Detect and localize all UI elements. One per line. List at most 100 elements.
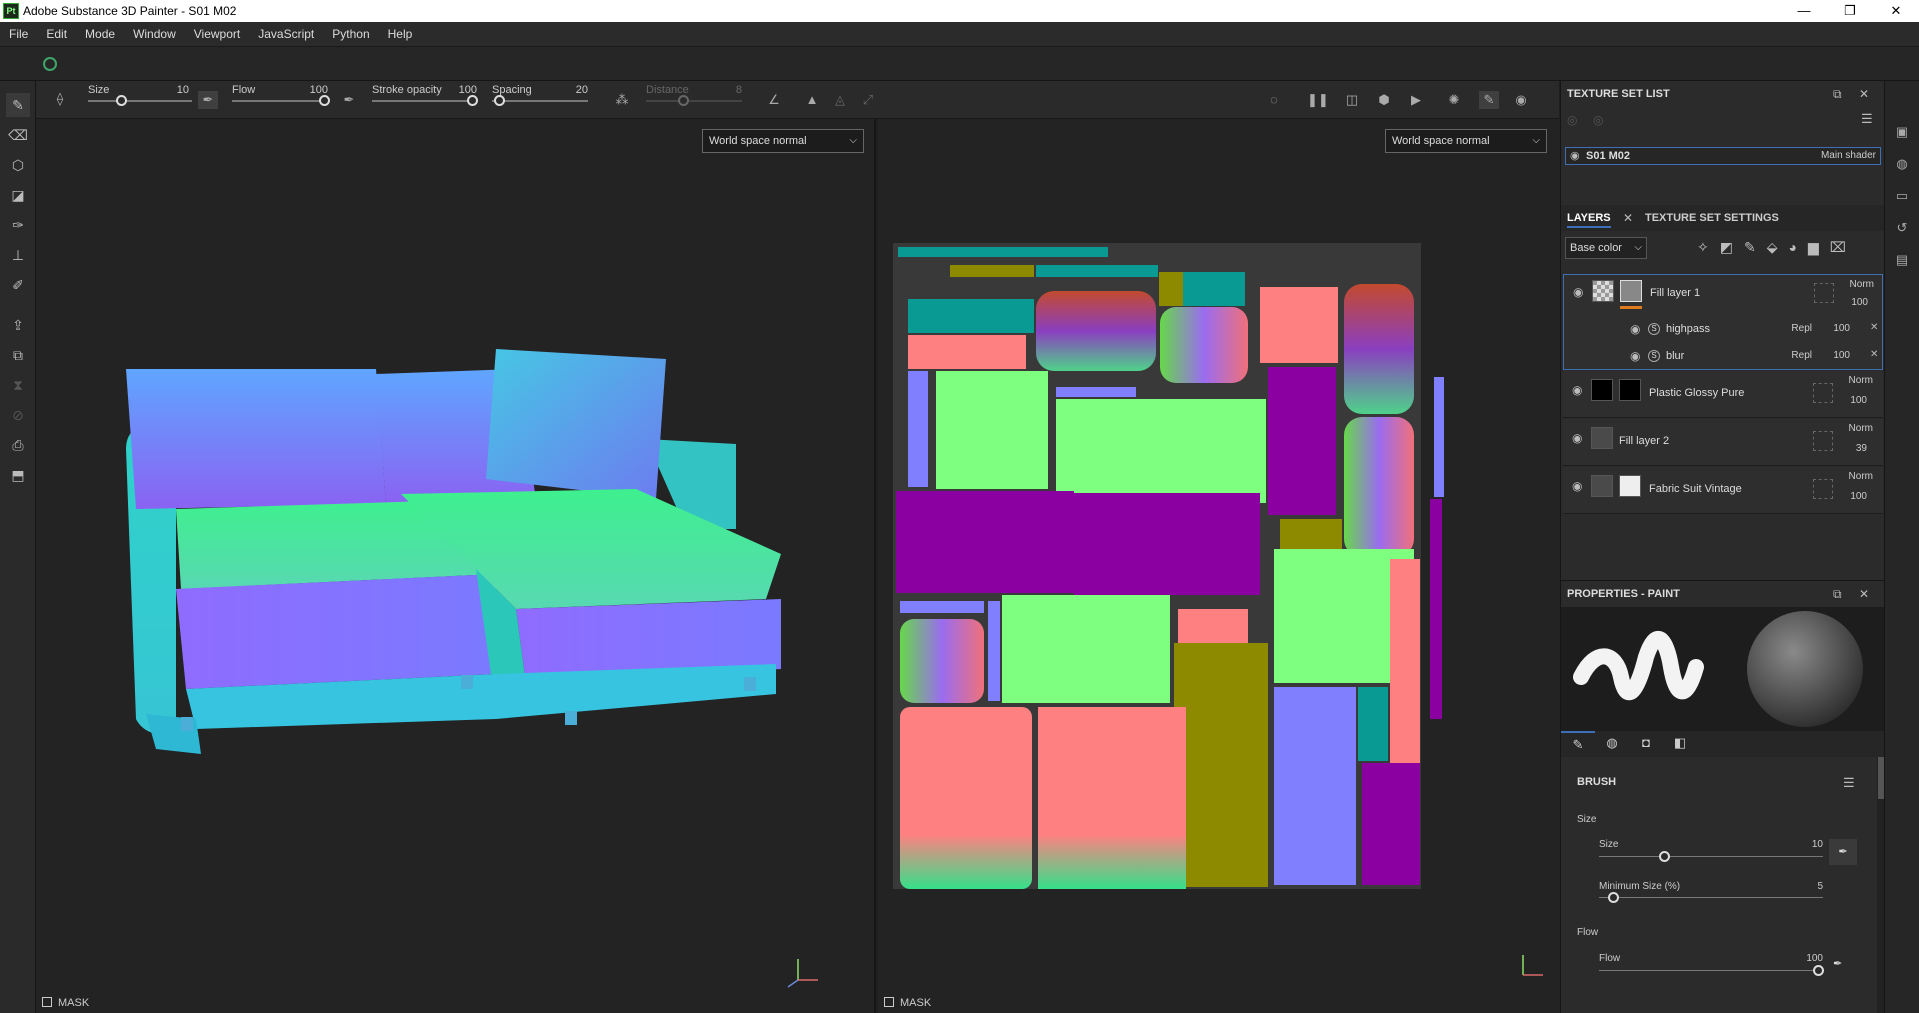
blend-mode[interactable]: Norm xyxy=(1833,423,1873,434)
channel-dropdown[interactable]: Base color ⌵ xyxy=(1565,237,1647,259)
remove-effect-icon[interactable]: ✕ xyxy=(1870,349,1878,360)
blend-mode[interactable]: Norm xyxy=(1833,471,1873,482)
prop-min-size-track[interactable] xyxy=(1599,897,1823,898)
mask-thumbnail[interactable] xyxy=(1619,475,1641,497)
prop-size-track[interactable] xyxy=(1599,856,1823,857)
close-button[interactable]: ✕ xyxy=(1873,0,1919,22)
angle-icon[interactable]: ∠ xyxy=(764,91,784,109)
tab-texture-set-settings[interactable]: TEXTURE SET SETTINGS xyxy=(1645,212,1779,224)
layer-plastic-glossy-pure[interactable]: ◉ Plastic Glossy Pure Norm 100 xyxy=(1563,371,1883,418)
layer-opacity[interactable]: 100 xyxy=(1833,395,1867,406)
flow-pressure-icon[interactable]: ✒ xyxy=(339,91,359,109)
menu-viewport[interactable]: Viewport xyxy=(185,22,249,47)
mask-checkbox[interactable] xyxy=(42,997,52,1007)
add-paint-layer-icon[interactable]: ✎ xyxy=(1744,239,1767,255)
add-folder-icon[interactable]: ▆ xyxy=(1808,239,1830,255)
eraser-icon[interactable]: ⌫ xyxy=(6,123,30,147)
display-settings-icon[interactable]: ▣ xyxy=(1893,123,1911,141)
color-picker-icon[interactable]: ✐ xyxy=(6,273,30,297)
shader-settings-icon[interactable]: ▭ xyxy=(1893,187,1911,205)
lazy-mouse-icon[interactable]: ⁂ xyxy=(612,91,632,109)
layer-fabric-suit-vintage[interactable]: ◉ Fabric Suit Vintage Norm 100 xyxy=(1563,467,1883,514)
hide-overlay-icon[interactable]: ◌ xyxy=(1264,91,1284,109)
bake-icon[interactable]: ⇪ xyxy=(6,313,30,337)
material-tab-icon[interactable]: ◧ xyxy=(1663,731,1697,755)
brush-tab-icon[interactable]: ✎ xyxy=(1561,731,1595,755)
smart-material-icon[interactable]: ◕ xyxy=(1788,239,1807,255)
history-icon[interactable]: ↺ xyxy=(1893,219,1911,237)
menu-file[interactable]: File xyxy=(0,22,37,47)
undock-icon[interactable]: ⧉ xyxy=(1833,81,1842,107)
effects-icon[interactable]: ✧ xyxy=(1697,239,1720,255)
mask-thumbnail[interactable] xyxy=(1620,280,1642,302)
layer-fill-layer-2[interactable]: ◉ Fill layer 2 Norm 39 xyxy=(1563,419,1883,466)
log-icon[interactable]: ▤ xyxy=(1893,251,1911,269)
eye-icon[interactable]: ◉ xyxy=(1630,349,1640,363)
clone-stamp-icon[interactable]: ⊥ xyxy=(6,243,30,267)
eye-icon[interactable]: ◉ xyxy=(1630,322,1640,336)
add-fill-layer-icon[interactable]: ⬙ xyxy=(1767,239,1789,255)
viewport-2d[interactable]: World space normal ⌵ MASK xyxy=(878,119,1560,1013)
mask-thumbnail[interactable] xyxy=(1619,379,1641,401)
pen-pressure-icon[interactable]: ✒ xyxy=(1829,839,1857,865)
flow-slider-handle[interactable] xyxy=(319,95,330,106)
close-panel-icon[interactable]: ✕ xyxy=(1859,81,1869,107)
brush-preset-icon[interactable]: ⟠ xyxy=(50,90,70,108)
cube-view-icon[interactable]: ⬢ xyxy=(1374,91,1394,109)
effect-opacity[interactable]: 100 xyxy=(1820,323,1850,334)
flow-slider-track[interactable] xyxy=(232,100,324,102)
undock-icon[interactable]: ⧉ xyxy=(1833,581,1842,607)
camera-icon[interactable]: ▶ xyxy=(1406,91,1426,109)
options-menu-icon[interactable]: ☰ xyxy=(1843,775,1855,791)
eye-icon[interactable]: ◉ xyxy=(1572,479,1582,493)
add-mask-icon[interactable]: ◩ xyxy=(1720,239,1744,255)
smudge-icon[interactable]: ✑ xyxy=(6,213,30,237)
prop-flow-handle[interactable] xyxy=(1813,965,1824,976)
size-slider-handle[interactable] xyxy=(116,95,127,106)
prop-flow-track[interactable] xyxy=(1599,970,1823,971)
delete-icon[interactable]: ⌧ xyxy=(1830,239,1857,255)
prop-size-handle[interactable] xyxy=(1659,851,1670,862)
menu-window[interactable]: Window xyxy=(124,22,185,47)
menu-python[interactable]: Python xyxy=(323,22,378,47)
export-icon[interactable]: ⎙ xyxy=(6,433,30,457)
prop-min-size-handle[interactable] xyxy=(1608,892,1619,903)
symmetry-icon[interactable]: ▲ xyxy=(802,91,822,109)
flow-pressure-icon[interactable]: ✒ xyxy=(1833,957,1842,970)
menu-javascript[interactable]: JavaScript xyxy=(249,22,323,47)
eye-icon[interactable]: ◉ xyxy=(1570,149,1580,162)
prop-flow-value[interactable]: 100 xyxy=(1781,953,1823,964)
tab-layers[interactable]: LAYERS xyxy=(1567,212,1611,228)
eye-icon[interactable]: ◉ xyxy=(1572,431,1582,445)
menu-mode[interactable]: Mode xyxy=(76,22,124,47)
lights-icon[interactable]: ✺ xyxy=(1444,91,1464,109)
split-view-icon[interactable]: ◫ xyxy=(1342,91,1362,109)
close-tab-icon[interactable]: ✕ xyxy=(1623,211,1633,225)
maximize-button[interactable]: ❐ xyxy=(1827,0,1873,22)
stroke-opacity-handle[interactable] xyxy=(467,95,478,106)
spacing-slider-handle[interactable] xyxy=(494,95,505,106)
viewport-3d[interactable]: World space normal ⌵ MASK xyxy=(36,119,876,1013)
shelf-icon[interactable]: ◍ xyxy=(1893,155,1911,173)
menu-help[interactable]: Help xyxy=(379,22,422,47)
size-slider-track[interactable] xyxy=(88,100,192,102)
close-panel-icon[interactable]: ✕ xyxy=(1859,581,1869,607)
pause-icon[interactable]: ❚❚ xyxy=(1307,91,1329,109)
texture-set-item[interactable]: ◉ S01 M02 Main shader xyxy=(1565,147,1881,165)
status-indicator-icon[interactable] xyxy=(43,57,57,71)
stencil-tab-icon[interactable]: ◘ xyxy=(1629,731,1663,755)
effect-opacity[interactable]: 100 xyxy=(1820,350,1850,361)
prop-size-value[interactable]: 10 xyxy=(1781,839,1823,850)
layer-opacity[interactable]: 39 xyxy=(1833,443,1867,454)
mask-checkbox[interactable] xyxy=(884,997,894,1007)
paint-brush-icon[interactable]: ✎ xyxy=(6,93,30,117)
stroke-opacity-track[interactable] xyxy=(372,100,472,102)
blend-mode[interactable]: Norm xyxy=(1833,375,1873,386)
material-picker-icon[interactable]: ⧉ xyxy=(6,343,30,367)
eye-icon[interactable]: ◉ xyxy=(1573,285,1583,299)
effect-blur[interactable]: ◉ S blur Repl 100 ✕ xyxy=(1564,343,1882,369)
minimize-button[interactable]: — xyxy=(1781,0,1827,22)
blend-mode[interactable]: Repl xyxy=(1784,350,1812,361)
blend-mode[interactable]: Repl xyxy=(1784,323,1812,334)
remove-effect-icon[interactable]: ✕ xyxy=(1870,322,1878,333)
